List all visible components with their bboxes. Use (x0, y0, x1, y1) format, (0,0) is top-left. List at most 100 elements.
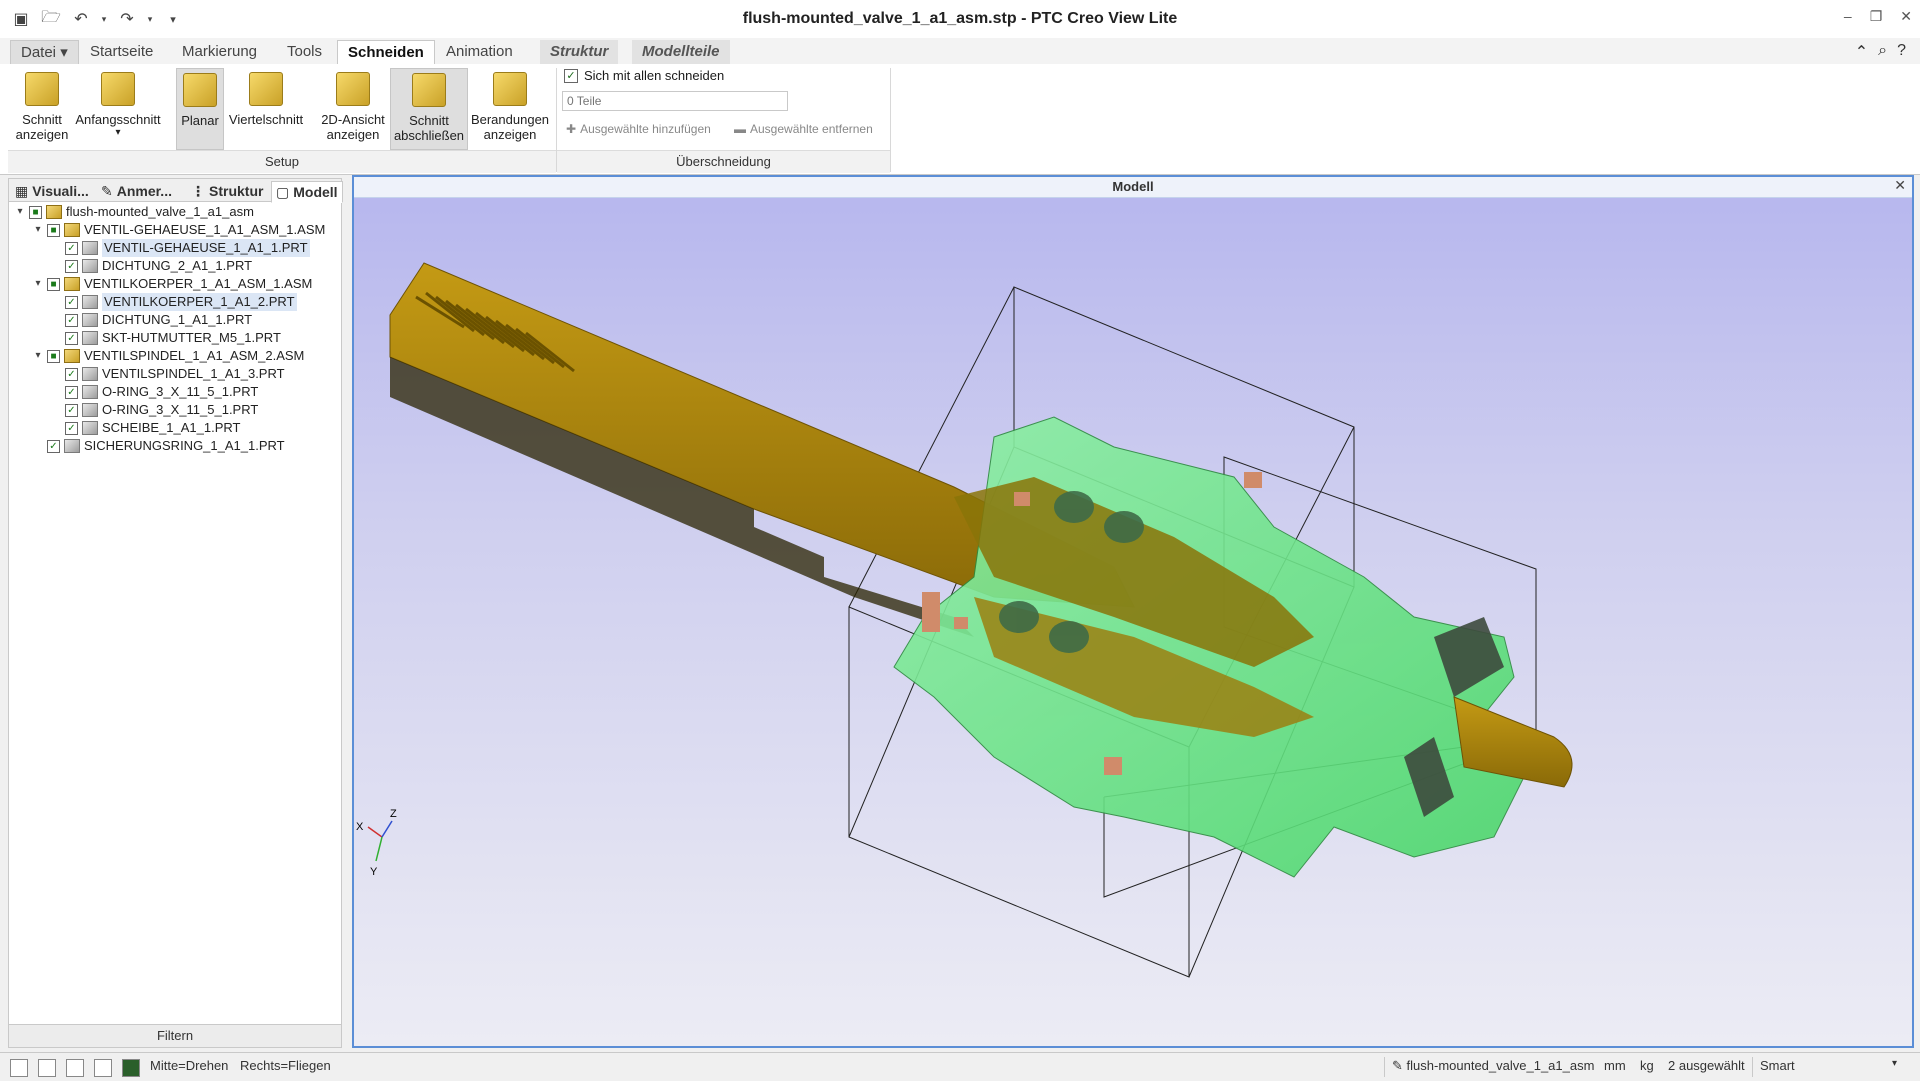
initial-cut-button[interactable]: Anfangsschnitt ▾ (74, 68, 162, 148)
quarter-cut-button[interactable]: Viertelschnitt (226, 68, 306, 148)
unit-mass[interactable]: kg (1640, 1058, 1654, 1073)
filter-bar[interactable]: Filtern (9, 1024, 341, 1047)
visibility-checkbox[interactable]: ■ (47, 223, 60, 237)
visibility-checkbox[interactable]: ✓ (65, 421, 78, 435)
button-label: Schnitt (22, 112, 62, 127)
tab-markierung[interactable]: Markierung (172, 40, 267, 64)
tab-visualization[interactable]: ▦ Visuali... (15, 181, 89, 201)
tab-startseite[interactable]: Startseite (80, 40, 163, 64)
button-label: Schnitt (409, 113, 449, 128)
tree-item[interactable]: ✓ O-RING_3_X_11_5_1.PRT (51, 383, 258, 401)
tab-model[interactable]: ▢ Modell (271, 181, 343, 203)
undo-icon[interactable]: ↶ (70, 8, 92, 30)
chevron-down-icon[interactable]: ▾ (1892, 1058, 1897, 1069)
tree-item[interactable]: ✓ DICHTUNG_2_A1_1.PRT (51, 257, 252, 275)
visibility-checkbox[interactable]: ✓ (65, 295, 78, 309)
search-icon[interactable]: ⌕ (1878, 42, 1887, 62)
tab-annotations[interactable]: ✎ Anmer... (101, 181, 172, 201)
group-label-intersection: Überschneidung (557, 150, 890, 173)
button-label: anzeigen (15, 127, 69, 142)
collapse-icon[interactable]: ▾ (33, 275, 43, 293)
app-icon[interactable]: ▣ (10, 8, 32, 30)
visibility-checkbox[interactable]: ✓ (65, 259, 78, 273)
collapse-icon[interactable]: ▾ (33, 221, 43, 239)
tab-modellteile[interactable]: Modellteile (632, 40, 730, 64)
close-viewport-icon[interactable]: ✕ (1894, 177, 1906, 194)
add-selected-button[interactable]: ✚ Ausgewählte hinzufügen (566, 122, 711, 136)
tab-struktur[interactable]: Struktur (540, 40, 619, 64)
visibility-checkbox[interactable]: ✓ (65, 403, 78, 417)
visibility-checkbox[interactable]: ✓ (47, 439, 60, 453)
show-section-button[interactable]: Schnitt anzeigen (12, 68, 72, 148)
structure-icon: ⋮ (191, 183, 205, 199)
tree-item[interactable]: ▾ ■ VENTILSPINDEL_1_A1_ASM_2.ASM (33, 347, 304, 365)
open-folder-icon[interactable]: 🗁 (40, 8, 62, 30)
finish-cut-button[interactable]: Schnitt abschließen (390, 68, 468, 150)
collapse-icon[interactable]: ▾ (15, 203, 25, 221)
tree-item[interactable]: ▾ ■ flush-mounted_valve_1_a1_asm (15, 203, 254, 221)
3d-viewport[interactable]: Modell ✕ X Z Y (352, 175, 1914, 1048)
planar-button[interactable]: Planar (176, 68, 224, 150)
tree-item[interactable]: ✓ O-RING_3_X_11_5_1.PRT (51, 401, 258, 419)
customize-toolbar-icon[interactable]: ▾ (162, 8, 184, 30)
show-2d-view-button[interactable]: 2D-Ansicht anzeigen (318, 68, 388, 148)
part-icon (82, 367, 98, 381)
visibility-checkbox[interactable]: ✓ (65, 385, 78, 399)
part-icon (82, 241, 98, 255)
tree-item[interactable]: ✓ SKT-HUTMUTTER_M5_1.PRT (51, 329, 281, 347)
checkbox-checked-icon[interactable]: ✓ (564, 68, 578, 83)
unit-length[interactable]: mm (1604, 1058, 1626, 1073)
tree-item[interactable]: ▾ ■ VENTILKOERPER_1_A1_ASM_1.ASM (33, 275, 312, 293)
show-boundaries-button[interactable]: Berandungen anzeigen (470, 68, 550, 148)
layout-split-icon[interactable] (38, 1059, 56, 1077)
visibility-checkbox[interactable]: ■ (29, 205, 42, 219)
part-icon (82, 331, 98, 345)
visibility-checkbox[interactable]: ✓ (65, 241, 78, 255)
parts-field[interactable] (562, 91, 788, 111)
tab-datei[interactable]: Datei ▾ (10, 40, 79, 66)
dropdown-arrow: ▾ (115, 127, 121, 138)
remove-selected-button[interactable]: ▬ Ausgewählte entfernen (734, 122, 873, 136)
tree-item[interactable]: ✓ VENTILSPINDEL_1_A1_3.PRT (51, 365, 285, 383)
tab-structure[interactable]: ⋮ Struktur (191, 181, 263, 201)
tree-item-label: O-RING_3_X_11_5_1.PRT (102, 402, 259, 417)
assembly-icon (64, 223, 80, 237)
maximize-icon[interactable]: ❐ (1870, 8, 1883, 25)
intersect-all-checkbox[interactable]: ✓ Sich mit allen schneiden (564, 68, 724, 83)
tree-item-label: SKT-HUTMUTTER_M5_1.PRT (102, 330, 281, 345)
layout-panel-icon[interactable] (94, 1059, 112, 1077)
plus-icon: ✚ (566, 122, 577, 136)
tab-animation[interactable]: Animation (436, 40, 523, 64)
close-window-icon[interactable]: ✕ (1900, 8, 1912, 25)
tree-item-label: VENTILKOERPER_1_A1_2.PRT (102, 293, 297, 311)
tab-tools[interactable]: Tools (277, 40, 332, 64)
redo-dropdown-icon[interactable]: ▾ (146, 8, 154, 30)
layout-single-icon[interactable] (10, 1059, 28, 1077)
visibility-checkbox[interactable]: ✓ (65, 367, 78, 381)
visibility-checkbox[interactable]: ✓ (65, 313, 78, 327)
console-icon[interactable] (122, 1059, 140, 1077)
section-icon (25, 72, 59, 106)
visibility-checkbox[interactable]: ■ (47, 349, 60, 363)
tree-item[interactable]: ✓ SICHERUNGSRING_1_A1_1.PRT (33, 437, 285, 455)
undo-dropdown-icon[interactable]: ▾ (100, 8, 108, 30)
button-label: abschließen (393, 128, 465, 143)
visibility-checkbox[interactable]: ✓ (65, 331, 78, 345)
layout-stack-icon[interactable] (66, 1059, 84, 1077)
redo-icon[interactable]: ↷ (116, 8, 138, 30)
tree-item[interactable]: ▾ ■ VENTIL-GEHAEUSE_1_A1_ASM_1.ASM (33, 221, 325, 239)
pencil-icon: ✎ (1392, 1058, 1403, 1073)
tab-schneiden[interactable]: Schneiden (337, 40, 435, 66)
tree-item[interactable]: ✓ VENTIL-GEHAEUSE_1_A1_1.PRT (51, 239, 310, 257)
minimize-icon[interactable]: – (1844, 8, 1852, 25)
help-icon[interactable]: ? (1897, 42, 1906, 62)
3d-model-render[interactable]: X Z Y (354, 197, 1912, 1046)
tree-item[interactable]: ✓ VENTILKOERPER_1_A1_2.PRT (51, 293, 297, 311)
tree-item[interactable]: ✓ SCHEIBE_1_A1_1.PRT (51, 419, 241, 437)
visibility-checkbox[interactable]: ■ (47, 277, 60, 291)
collapse-icon[interactable]: ▾ (33, 347, 43, 365)
minimize-ribbon-icon[interactable]: ⌃ (1855, 42, 1868, 62)
button-label: Ausgewählte entfernen (750, 122, 873, 136)
selection-mode-dropdown[interactable]: Smart (1760, 1058, 1795, 1073)
tree-item[interactable]: ✓ DICHTUNG_1_A1_1.PRT (51, 311, 252, 329)
